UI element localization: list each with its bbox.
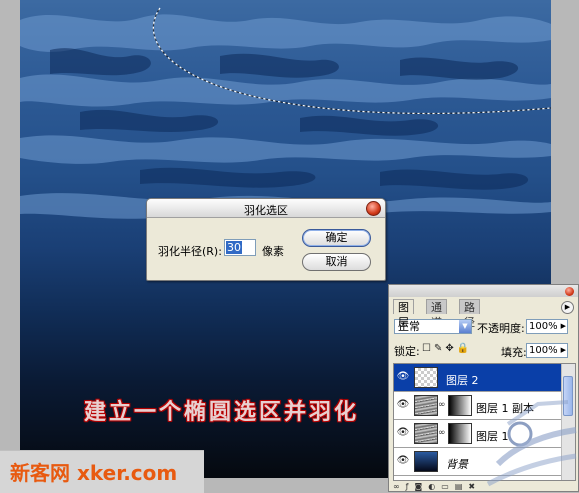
- cancel-button[interactable]: 取消: [302, 253, 371, 271]
- tutorial-caption: 建立一个椭圆选区并羽化: [84, 400, 360, 425]
- layer-thumbnail: [414, 367, 438, 388]
- eye-icon[interactable]: 👁: [396, 370, 410, 384]
- layer-mask-thumbnail[interactable]: [448, 423, 472, 444]
- tab-layers[interactable]: 图层: [393, 299, 414, 329]
- panel-menu-icon[interactable]: ▶: [561, 301, 574, 314]
- elliptical-selection-marquee[interactable]: [20, 0, 551, 130]
- adjustment-layer-icon[interactable]: ◐: [428, 482, 441, 491]
- new-layer-icon[interactable]: ▤: [455, 482, 469, 491]
- panel-titlebar[interactable]: [389, 285, 578, 297]
- eye-icon[interactable]: 👁: [396, 454, 410, 468]
- link-icon: ∞: [438, 400, 446, 410]
- layer-style-icon[interactable]: ƒ: [406, 482, 415, 491]
- lock-all-icon[interactable]: 🔒: [457, 343, 472, 354]
- lock-transparent-icon[interactable]: ☐: [422, 343, 434, 354]
- layer-thumbnail: [414, 423, 438, 444]
- close-icon[interactable]: [366, 201, 381, 216]
- add-mask-icon[interactable]: ◙: [415, 482, 429, 491]
- unit-label: 像素: [262, 245, 284, 258]
- eye-icon[interactable]: 👁: [396, 426, 410, 440]
- chevron-right-icon[interactable]: ▶: [561, 344, 566, 357]
- watermark-text: 新客网 xker.com: [10, 461, 178, 485]
- feather-selection-dialog: 羽化选区 羽化半径(R): 30 像素 确定 取消: [146, 198, 386, 281]
- dialog-titlebar[interactable]: 羽化选区: [147, 199, 385, 218]
- feather-radius-input[interactable]: 30: [224, 239, 256, 256]
- forum-logo: [486, 400, 577, 487]
- opacity-value: 100%: [529, 321, 558, 332]
- lock-options: ☐✎✥🔒: [422, 343, 472, 354]
- layer-name: 背景: [446, 458, 468, 471]
- link-icon: ∞: [438, 428, 446, 438]
- chevron-right-icon[interactable]: ▶: [561, 320, 566, 333]
- opacity-label: 不透明度:: [477, 322, 525, 335]
- chevron-down-icon[interactable]: ▼: [459, 320, 471, 333]
- fill-input[interactable]: 100% ▶: [526, 343, 568, 358]
- dialog-title: 羽化选区: [244, 204, 288, 217]
- feather-radius-value[interactable]: 30: [226, 241, 242, 254]
- lock-image-icon[interactable]: ✎: [434, 343, 445, 354]
- fill-label: 填充:: [501, 346, 527, 359]
- layer-row[interactable]: 👁 图层 2: [394, 364, 563, 392]
- site-watermark: 新客网 xker.com: [0, 450, 204, 493]
- link-layers-icon[interactable]: ∞: [393, 482, 406, 491]
- layer-mask-thumbnail[interactable]: [448, 395, 472, 416]
- tab-paths[interactable]: 路径: [459, 299, 480, 329]
- eye-icon[interactable]: 👁: [396, 398, 410, 412]
- lock-label: 锁定:: [394, 345, 420, 358]
- layer-thumbnail: [414, 451, 438, 472]
- layer-thumbnail: [414, 395, 438, 416]
- feather-radius-label: 羽化半径(R):: [158, 245, 222, 258]
- layer-name: 图层 2: [446, 374, 479, 387]
- new-group-icon[interactable]: ▭: [441, 482, 455, 491]
- ok-button[interactable]: 确定: [302, 229, 371, 247]
- fill-value: 100%: [529, 345, 558, 356]
- lock-position-icon[interactable]: ✥: [445, 343, 456, 354]
- opacity-input[interactable]: 100% ▶: [526, 319, 568, 334]
- tab-channels[interactable]: 通道: [426, 299, 447, 329]
- close-icon[interactable]: [565, 287, 574, 296]
